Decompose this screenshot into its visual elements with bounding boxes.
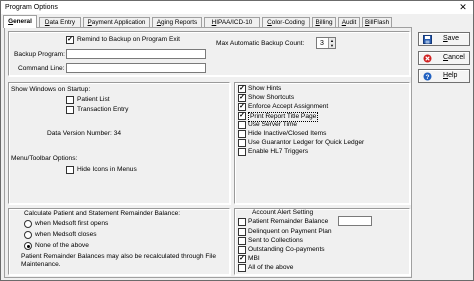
stepper-arrows[interactable]: ▲ ▼ [328,38,335,48]
print-report-title-page-checkbox[interactable]: ✓ [238,112,246,120]
radio-none-label: None of the above [35,242,89,249]
cancel-button[interactable]: Cancel [418,51,470,65]
help-button-label: Help [443,72,458,79]
hide-inactive-items-checkbox[interactable] [238,130,246,138]
general-tab-panel: ✓ Remind to Backup on Program Exit Backu… [4,27,412,278]
alert-threshold-input[interactable] [338,216,372,226]
display-options-group: ✓ Show Hints ✓ Show Shortcuts ✓ Enforce … [234,82,410,204]
remind-backup-checkbox[interactable]: ✓ [66,36,74,44]
tab-general[interactable]: General [3,15,37,28]
command-line-input[interactable] [66,63,206,73]
enforce-accept-assignment-label: Enforce Accept Assignment [248,103,329,110]
alert-mbi-label: MBI [248,255,260,262]
enable-hl7-checkbox[interactable] [238,148,246,156]
help-button[interactable]: ? Help [418,69,470,83]
title-bar: Program Options ✕ [1,1,473,14]
backup-group: ✓ Remind to Backup on Program Exit Backu… [8,31,410,76]
help-icon: ? [423,72,432,81]
startup-title: Show Windows on Startup: [11,86,91,93]
radio-closes[interactable] [24,231,32,239]
svg-text:?: ? [426,74,430,81]
window-title: Program Options [5,4,58,11]
alert-delinquent-label: Delinquent on Payment Plan [248,228,332,235]
radio-none[interactable] [24,242,32,250]
show-hints-label: Show Hints [248,85,282,92]
transaction-entry-checkbox[interactable] [66,106,74,114]
alert-all-label: All of the above [248,264,294,271]
guarantor-ledger-label: Use Guarantor Ledger for Quick Ledger [248,139,365,146]
alert-collections-checkbox[interactable] [238,237,246,245]
account-alert-group: Account Alert Setting Patient Remainder … [234,208,410,275]
enable-hl7-label: Enable HL7 Triggers [248,148,309,155]
patient-list-label: Patient List [77,96,110,103]
radio-first-opens[interactable] [24,220,32,228]
remainder-note: Patient Remainder Balances may also be r… [21,253,216,268]
transaction-entry-label: Transaction Entry [77,106,129,113]
alert-patient-remainder-checkbox[interactable] [238,218,246,226]
patient-list-checkbox[interactable] [66,96,74,104]
account-alert-title: Account Alert Setting [252,209,314,216]
radio-closes-label: when Medsoft closes [35,231,97,238]
cancel-icon [423,54,432,63]
cancel-button-label: Cancel [443,54,465,61]
backup-program-label: Backup Program: [14,51,65,58]
max-backup-count-label: Max Automatic Backup Count: [216,40,305,47]
alert-copayments-label: Outstanding Co-payments [248,246,325,253]
remainder-balance-group: Calculate Patient and Statement Remainde… [8,208,230,275]
menu-toolbar-title: Menu/Toolbar Options: [11,155,78,162]
show-shortcuts-checkbox[interactable]: ✓ [238,94,246,102]
program-options-window: Program Options ✕ General Data Entry Pay… [0,0,474,281]
save-button[interactable]: Save [418,32,470,46]
show-shortcuts-label: Show Shortcuts [248,94,295,101]
remainder-title: Calculate Patient and Statement Remainde… [24,210,181,217]
stepper-down-icon[interactable]: ▼ [329,43,335,48]
enforce-accept-assignment-checkbox[interactable]: ✓ [238,103,246,111]
alert-mbi-checkbox[interactable]: ✓ [238,255,246,263]
remind-backup-label: Remind to Backup on Program Exit [77,36,180,43]
save-button-label: Save [443,35,459,42]
show-hints-checkbox[interactable]: ✓ [238,85,246,93]
startup-group: Show Windows on Startup: Patient List Tr… [8,82,230,204]
alert-all-checkbox[interactable] [238,264,246,272]
max-backup-count-value: 3 [320,40,324,47]
data-version-number: Data Version Number: 34 [47,130,122,137]
alert-collections-label: Sent to Collections [248,237,303,244]
alert-delinquent-checkbox[interactable] [238,228,246,236]
backup-program-input[interactable] [66,49,206,59]
alert-copayments-checkbox[interactable] [238,246,246,254]
save-icon [423,35,432,44]
max-backup-count-stepper[interactable]: 3 ▲ ▼ [316,37,336,49]
hide-icons-checkbox[interactable] [66,166,74,174]
close-icon[interactable]: ✕ [457,2,469,13]
use-server-time-checkbox[interactable] [238,121,246,129]
radio-first-opens-label: when Medsoft first opens [35,220,109,227]
use-server-time-label: Use Server Time [248,121,298,128]
hide-icons-label: Hide Icons in Menus [77,166,137,173]
guarantor-ledger-checkbox[interactable] [238,139,246,147]
alert-patient-remainder-label: Patient Remainder Balance [248,218,329,225]
hide-inactive-items-label: Hide Inactive/Closed Items [248,130,327,137]
command-line-label: Command Line: [18,65,65,72]
